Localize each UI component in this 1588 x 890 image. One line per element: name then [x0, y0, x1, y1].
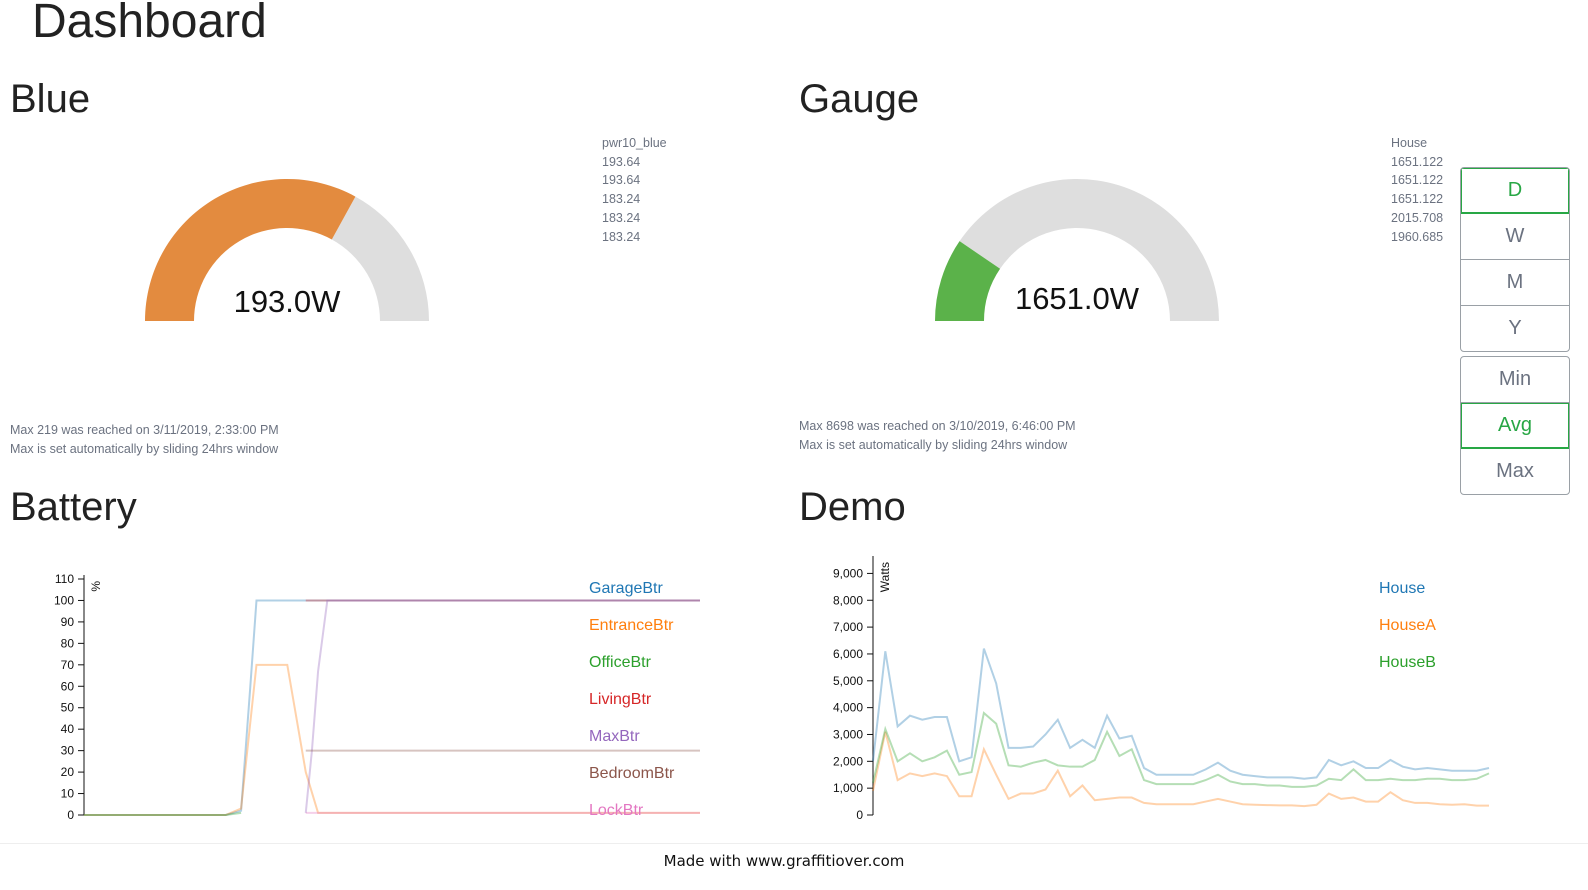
y-tick-label: 8,000	[833, 593, 863, 607]
gauge-max-info: Max is set automatically by sliding 24hr…	[799, 438, 1068, 452]
legend-item-maxbtr[interactable]: MaxBtr	[589, 728, 640, 745]
y-tick-label: 6,000	[833, 647, 863, 661]
gauge-max-note: Max 8698 was reached on 3/10/2019, 6:46:…	[799, 419, 1076, 433]
aggregate-button-min[interactable]: Min	[1461, 357, 1569, 403]
y-tick-label: 70	[61, 658, 75, 672]
legend-item-lockbtr[interactable]: LockBtr	[589, 802, 644, 819]
house-reading: 1651.122	[1391, 154, 1444, 169]
demo-panel-title: Demo	[799, 485, 906, 529]
house-gauge-value: 1651.0W	[1014, 281, 1140, 316]
blue-reading: 193.64	[602, 154, 641, 169]
gauge-panel-title: Gauge	[799, 77, 920, 121]
period-button-year[interactable]: Y	[1461, 306, 1569, 351]
y-tick-label: 20	[61, 765, 75, 779]
legend-item-houseb[interactable]: HouseB	[1379, 654, 1436, 671]
y-tick-label: 1,000	[833, 781, 863, 795]
legend-item-entrancebtr[interactable]: EntranceBtr	[589, 617, 674, 634]
demo-chart: 0 1,000 2,000 3,000 4,000 5,000 6,000 7,000 8,00…	[833, 556, 1490, 822]
y-tick-label: 60	[61, 679, 75, 693]
y-tick-label: 3,000	[833, 727, 863, 741]
page-title: Dashboard	[32, 0, 267, 48]
house-reading: 1960.685	[1391, 229, 1444, 244]
y-tick-label: 0	[67, 808, 74, 822]
legend-item-house[interactable]: House	[1379, 580, 1425, 597]
y-axis-label: Watts	[878, 562, 892, 592]
y-tick-label: 5,000	[833, 674, 863, 688]
y-tick-label: 7,000	[833, 620, 863, 634]
blue-panel-title: Blue	[10, 77, 91, 121]
house-reading: 2015.708	[1391, 210, 1444, 225]
blue-readings-title: pwr10_blue	[602, 136, 667, 150]
legend-item-officebtr[interactable]: OfficeBtr	[589, 654, 652, 671]
y-tick-label: 0	[856, 808, 863, 822]
blue-max-info: Max is set automatically by sliding 24hr…	[10, 442, 279, 456]
blue-reading: 183.24	[602, 229, 641, 244]
blue-reading: 183.24	[602, 192, 641, 207]
blue-gauge-value: 193.0W	[233, 284, 341, 319]
y-tick-label: 30	[61, 744, 75, 758]
y-tick-label: 80	[61, 636, 75, 650]
y-tick-label: 40	[61, 722, 75, 736]
house-reading: 1651.122	[1391, 173, 1444, 188]
y-tick-label: 100	[54, 593, 74, 607]
y-tick-label: 90	[61, 615, 75, 629]
aggregate-button-group: Min Avg Max	[1460, 356, 1570, 495]
house-readings-title: House	[1391, 136, 1428, 150]
battery-chart: 0 10 20 30 40 50 60 70 80 90 100 110% GarageBtr Entra…	[54, 572, 700, 822]
battery-panel-title: Battery	[10, 485, 137, 529]
y-tick-label: 50	[61, 701, 75, 715]
legend-item-garagebtr[interactable]: GarageBtr	[589, 580, 663, 597]
house-reading: 1651.122	[1391, 192, 1444, 207]
series-line-officebtr	[84, 811, 242, 816]
period-button-day[interactable]: D	[1461, 168, 1569, 214]
legend-item-bedroombtr[interactable]: BedroomBtr	[589, 765, 675, 782]
period-button-group: D W M Y	[1460, 167, 1570, 352]
blue-readings: pwr10_blue 193.64 193.64 183.24 183.24 1…	[602, 134, 667, 246]
legend-item-livingbtr[interactable]: LivingBtr	[589, 691, 652, 708]
series-line-houseb	[872, 711, 1490, 788]
y-tick-label: 4,000	[833, 701, 863, 715]
aggregate-button-max[interactable]: Max	[1461, 449, 1569, 494]
y-tick-label: 10	[61, 787, 75, 801]
blue-reading: 183.24	[602, 210, 641, 225]
blue-max-note: Max 219 was reached on 3/11/2019, 2:33:0…	[10, 423, 279, 437]
period-button-month[interactable]: M	[1461, 260, 1569, 306]
house-readings: House 1651.122 1651.122 1651.122 2015.70…	[1391, 134, 1443, 246]
y-axis-label: %	[89, 581, 103, 592]
y-tick-label: 2,000	[833, 754, 863, 768]
footer-credit: Made with www.graffitiover.com	[663, 852, 905, 870]
y-tick-label: 9,000	[833, 566, 863, 580]
footer-divider	[0, 843, 1588, 844]
period-button-week[interactable]: W	[1461, 214, 1569, 260]
series-line-housea	[872, 731, 1489, 808]
y-tick-label: 110	[55, 572, 74, 586]
legend-item-housea[interactable]: HouseA	[1379, 617, 1436, 634]
aggregate-button-avg[interactable]: Avg	[1461, 403, 1569, 449]
blue-reading: 193.64	[602, 173, 641, 188]
